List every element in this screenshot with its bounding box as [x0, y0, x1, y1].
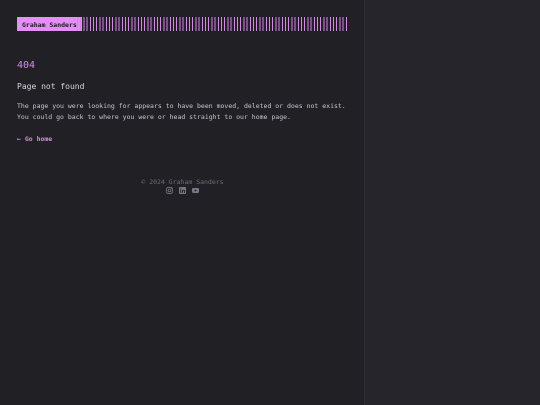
- youtube-icon[interactable]: [192, 187, 199, 194]
- site-logo[interactable]: Graham Sanders: [17, 17, 82, 31]
- header: Graham Sanders: [17, 17, 82, 31]
- page-title: Page not found: [17, 82, 85, 91]
- error-code: 404: [17, 60, 36, 71]
- copyright-text: © 2024 Graham Sanders: [141, 178, 224, 186]
- header-stripe-decoration: [77, 17, 348, 31]
- linkedin-icon[interactable]: [179, 187, 186, 194]
- social-links: [17, 187, 348, 194]
- footer: © 2024 Graham Sanders: [17, 169, 348, 188]
- main-content: Graham Sanders 404 Page not found The pa…: [17, 0, 348, 405]
- error-message: The page you were looking for appears to…: [17, 102, 346, 121]
- side-panel: [364, 0, 540, 405]
- instagram-icon[interactable]: [166, 187, 173, 194]
- go-home-link[interactable]: ← Go home: [17, 135, 52, 143]
